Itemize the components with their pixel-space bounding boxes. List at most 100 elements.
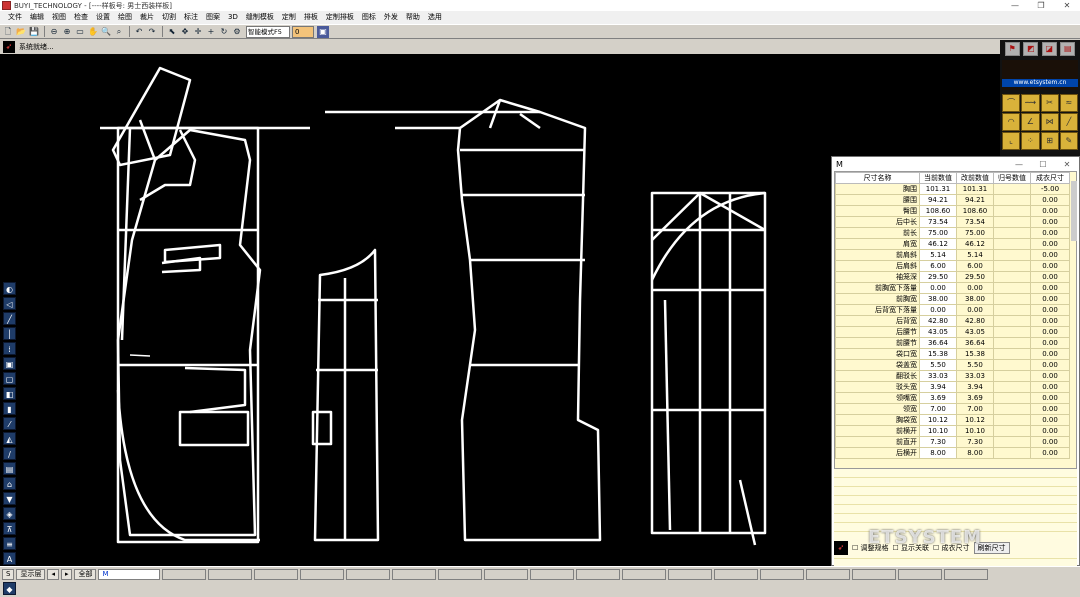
ruler-icon[interactable]: ◩: [1023, 42, 1039, 56]
table-cell[interactable]: 0.00: [1030, 370, 1070, 382]
column-header[interactable]: 成衣尺寸: [1030, 172, 1070, 184]
table-row[interactable]: 前直开 7.30 7.30 0.00: [835, 436, 1070, 448]
shape-tool-icon[interactable]: ◭: [3, 432, 16, 445]
table-cell[interactable]: 0.00: [1030, 260, 1070, 272]
layer-tab[interactable]: 显示层: [16, 568, 46, 580]
undo-icon[interactable]: ↶: [133, 26, 145, 38]
table-cell[interactable]: 0.00: [1030, 348, 1070, 360]
menu-item[interactable]: 选用: [424, 11, 446, 24]
flag-icon[interactable]: ⚑: [1004, 42, 1020, 56]
table-cell[interactable]: 15.38: [919, 348, 957, 360]
table-row[interactable]: 袖笼深 29.50 29.50 0.00: [835, 271, 1070, 283]
table-row[interactable]: 后腰节 43.05 43.05 0.00: [835, 326, 1070, 338]
scroll-left-button[interactable]: ◂: [47, 568, 59, 580]
table-cell[interactable]: 0.00: [1030, 205, 1070, 217]
menu-item[interactable]: 外发: [380, 11, 402, 24]
cross-icon[interactable]: ✛: [192, 26, 204, 38]
step-input[interactable]: 0: [292, 25, 314, 38]
table-cell[interactable]: 33.03: [919, 370, 957, 382]
table-row[interactable]: 前腰节 36.64 36.64 0.00: [835, 337, 1070, 349]
curve-tool-icon[interactable]: ⌒: [1002, 94, 1021, 112]
table-cell[interactable]: 43.05: [919, 326, 957, 338]
settings-icon[interactable]: ⚙: [231, 26, 243, 38]
active-size-tab[interactable]: M: [98, 568, 161, 580]
table-row[interactable]: 后肩斜 6.00 6.00 0.00: [835, 260, 1070, 272]
zoom-in-icon[interactable]: ⊕: [61, 26, 73, 38]
table-cell[interactable]: 0.00: [1030, 216, 1070, 228]
table-cell[interactable]: 0.00: [1030, 238, 1070, 250]
lines-tool-icon[interactable]: ≡: [3, 537, 16, 550]
fill-tool-icon[interactable]: ▮: [3, 402, 16, 415]
table-cell[interactable]: 0.00: [1030, 194, 1070, 206]
triangle-tool-icon[interactable]: ◁: [3, 297, 16, 310]
grid-tool-icon[interactable]: ⊞: [1040, 132, 1059, 150]
table-row[interactable]: 后背宽下落量 0.00 0.00 0.00: [835, 304, 1070, 316]
zoom-extent-icon[interactable]: ⌕: [113, 26, 125, 38]
table-cell[interactable]: 10.10: [919, 425, 957, 437]
column-header[interactable]: 归号数值: [993, 172, 1031, 184]
table-cell[interactable]: 0.00: [1030, 359, 1070, 371]
table-row[interactable]: 驳头宽 3.94 3.94 0.00: [835, 381, 1070, 393]
column-header[interactable]: 当前数值: [919, 172, 957, 184]
menu-item[interactable]: 图标: [358, 11, 380, 24]
size-window-minimize-button[interactable]: —: [1007, 160, 1031, 169]
split-tool-icon[interactable]: ⋈: [1040, 113, 1059, 131]
table-cell[interactable]: 7.30: [919, 436, 957, 448]
table-cell[interactable]: 0.00: [1030, 381, 1070, 393]
menu-item[interactable]: 图案: [202, 11, 224, 24]
table-cell[interactable]: 5.50: [919, 359, 957, 371]
table-cell[interactable]: 75.00: [919, 227, 957, 239]
pan-icon[interactable]: ✋: [87, 26, 99, 38]
table-row[interactable]: 袋口宽 15.38 15.38 0.00: [835, 348, 1070, 360]
table-cell[interactable]: 10.12: [919, 414, 957, 426]
diamond-tool-icon[interactable]: ◈: [3, 507, 16, 520]
document-icon[interactable]: ▤: [1060, 42, 1076, 56]
menu-item[interactable]: 帮助: [402, 11, 424, 24]
table-row[interactable]: 领嘴宽 3.69 3.69 0.00: [835, 392, 1070, 404]
select-icon[interactable]: ⬉: [166, 26, 178, 38]
table-cell[interactable]: 0.00: [1030, 425, 1070, 437]
menu-item[interactable]: 排板: [300, 11, 322, 24]
table-cell[interactable]: 101.31: [919, 183, 957, 195]
needle-tool-icon[interactable]: ⟿: [1021, 94, 1040, 112]
table-cell[interactable]: 29.50: [919, 271, 957, 283]
arc-tool-icon[interactable]: ◠: [1002, 113, 1021, 131]
table-cell[interactable]: 0.00: [1030, 282, 1070, 294]
mode-select[interactable]: 智能模式F5: [246, 25, 290, 38]
open-icon[interactable]: 📂: [15, 26, 27, 38]
table-cell[interactable]: 0.00: [1030, 315, 1070, 327]
text-tool-icon[interactable]: A: [3, 552, 16, 565]
menu-item[interactable]: 缝制模板: [242, 11, 278, 24]
table-cell[interactable]: 0.00: [1030, 414, 1070, 426]
save-icon[interactable]: 💾: [28, 26, 40, 38]
dotted-tool-icon[interactable]: ⁞: [3, 342, 16, 355]
scroll-right-button[interactable]: ▸: [60, 568, 73, 580]
frame-tool-icon[interactable]: ▢: [3, 372, 16, 385]
table-row[interactable]: 翻驳长 33.03 33.03 0.00: [835, 370, 1070, 382]
move-icon[interactable]: ✥: [179, 26, 191, 38]
table-cell[interactable]: 108.60: [919, 205, 957, 217]
apply-icon[interactable]: ▣: [317, 25, 329, 38]
box-tool-icon[interactable]: ▣: [3, 357, 16, 370]
measure-icon[interactable]: ◪: [1041, 42, 1057, 56]
menu-item[interactable]: 裁片: [136, 11, 158, 24]
table-cell[interactable]: 8.00: [919, 447, 957, 459]
minimize-button[interactable]: —: [1002, 1, 1028, 10]
table-cell[interactable]: 36.64: [919, 337, 957, 349]
menu-item[interactable]: 绘图: [114, 11, 136, 24]
table-cell[interactable]: 5.14: [919, 249, 957, 261]
table-row[interactable]: 臀围 108.60 108.60 0.00: [835, 205, 1070, 217]
table-row[interactable]: 后中长 73.54 73.54 0.00: [835, 216, 1070, 228]
table-cell[interactable]: 0.00: [919, 304, 957, 316]
add-point-icon[interactable]: +: [205, 26, 217, 38]
line-tool-icon[interactable]: ╱: [1059, 113, 1078, 131]
down-tool-icon[interactable]: ▼: [3, 492, 16, 505]
table-cell[interactable]: 0.00: [1030, 326, 1070, 338]
split-box-tool-icon[interactable]: ◧: [3, 387, 16, 400]
angle-tool-icon[interactable]: ∠: [1021, 113, 1040, 131]
column-header[interactable]: 改前数值: [956, 172, 994, 184]
table-cell[interactable]: 0.00: [1030, 227, 1070, 239]
table-row[interactable]: 前胸宽 38.00 38.00 0.00: [835, 293, 1070, 305]
table-row[interactable]: 前肩斜 5.14 5.14 0.00: [835, 249, 1070, 261]
table-cell[interactable]: 0.00: [919, 282, 957, 294]
